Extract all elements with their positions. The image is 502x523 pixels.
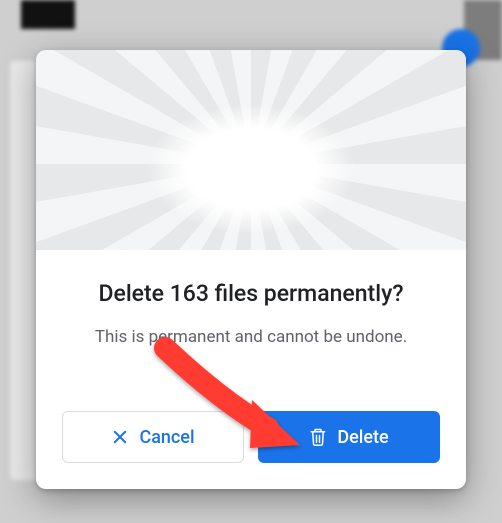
delete-button[interactable]: Delete <box>258 411 440 463</box>
dialog-hero-illustration <box>36 50 466 250</box>
cancel-button-label: Cancel <box>139 427 194 448</box>
close-icon <box>111 428 129 446</box>
confirm-delete-dialog: Delete 163 files permanently? This is pe… <box>36 50 466 489</box>
cancel-button[interactable]: Cancel <box>62 411 244 463</box>
dialog-subtitle: This is permanent and cannot be undone. <box>95 327 407 347</box>
delete-button-label: Delete <box>337 427 388 448</box>
dialog-content: Delete 163 files permanently? This is pe… <box>36 250 466 489</box>
dialog-title: Delete 163 files permanently? <box>98 280 403 307</box>
dialog-button-row: Cancel Delete <box>62 411 440 463</box>
trash-icon <box>309 427 327 447</box>
